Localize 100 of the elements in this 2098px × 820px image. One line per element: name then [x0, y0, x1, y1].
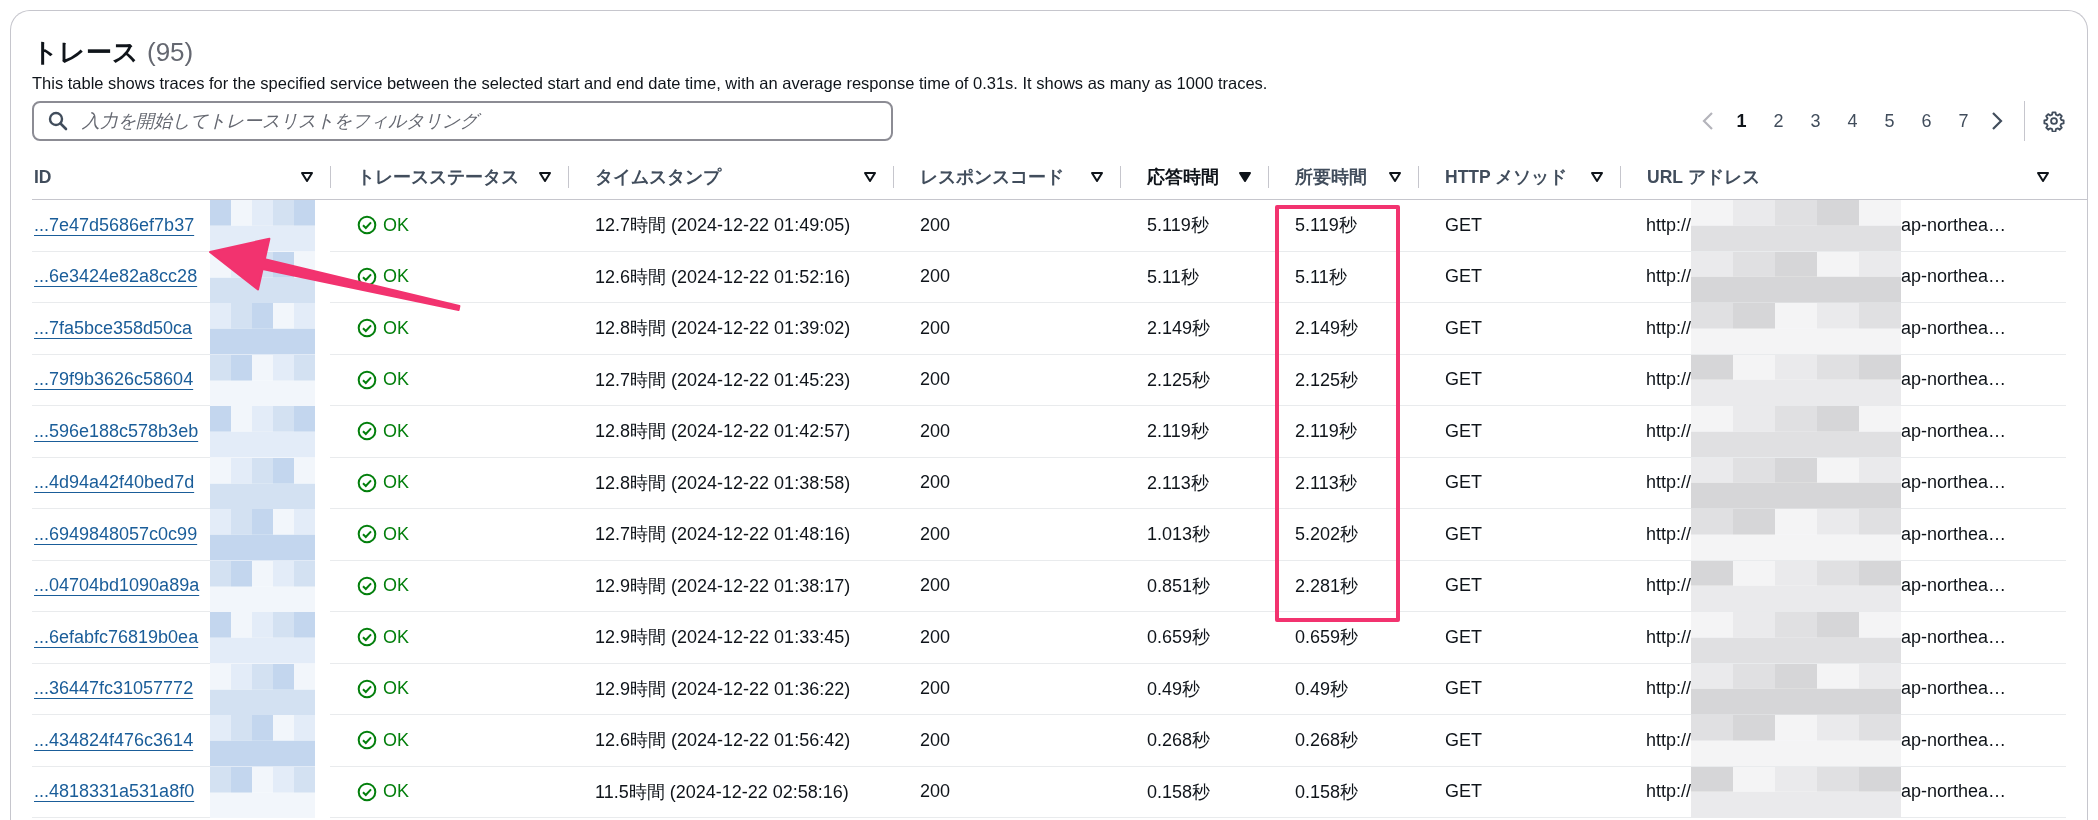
status-text: OK: [383, 317, 409, 339]
trace-id-link[interactable]: ...596e188c578b3eb: [34, 420, 199, 442]
timestamp: 12.8時間 (2024-12-22 01:42:57): [595, 420, 851, 444]
trace-id-link[interactable]: ...7fa5bce358d50ca: [34, 317, 193, 339]
page-button[interactable]: 7: [1945, 106, 1982, 136]
column-header[interactable]: URL アドレス: [1647, 165, 1760, 189]
url-end: ap-northea…: [1901, 678, 2007, 700]
column-header[interactable]: タイムスタンプ: [595, 165, 721, 189]
timestamp: 12.7時間 (2024-12-22 01:45:23): [595, 368, 851, 392]
check-circle-icon: [357, 627, 377, 648]
timestamp: 12.9時間 (2024-12-22 01:36:22): [595, 677, 851, 701]
status-text: OK: [383, 214, 409, 236]
url-start: http://: [1646, 214, 1692, 236]
timestamp: 12.6時間 (2024-12-22 01:52:16): [595, 265, 851, 289]
url-start: http://: [1646, 575, 1692, 597]
http-method: GET: [1445, 626, 1482, 648]
url-start: http://: [1646, 317, 1692, 339]
trace-id-link[interactable]: ...6e3424e82a8cc28: [34, 266, 198, 288]
page-button[interactable]: 2: [1760, 106, 1797, 136]
gear-icon: [2043, 110, 2065, 132]
sort-icon[interactable]: [300, 171, 314, 183]
trace-count: (95): [147, 36, 194, 69]
check-circle-icon: [357, 266, 377, 287]
response-code: 200: [920, 472, 951, 494]
trace-id-link[interactable]: ...79f9b3626c58604: [34, 369, 194, 391]
url-start: http://: [1646, 266, 1692, 288]
duration: 0.158秒: [1295, 780, 1359, 804]
url-end: ap-northea…: [1901, 729, 2007, 751]
http-method: GET: [1445, 781, 1482, 803]
timestamp: 12.7時間 (2024-12-22 01:48:16): [595, 523, 851, 547]
trace-id-link[interactable]: ...6efabfc76819b0ea: [34, 626, 199, 648]
search-field[interactable]: 入力を開始してトレースリストをフィルタリング: [32, 101, 893, 141]
trace-id-link[interactable]: ...04704bd1090a89a: [34, 575, 200, 597]
timestamp: 12.6時間 (2024-12-22 01:56:42): [595, 729, 851, 753]
column-header[interactable]: ID: [34, 166, 52, 188]
status-text: OK: [383, 472, 409, 494]
status-text: OK: [383, 781, 409, 803]
check-circle-icon: [357, 318, 377, 339]
column-header[interactable]: 応答時間: [1147, 165, 1219, 189]
http-method: GET: [1445, 575, 1482, 597]
response-code: 200: [920, 420, 951, 442]
check-circle-icon: [357, 421, 377, 442]
settings-button[interactable]: [2041, 108, 2067, 134]
column-header[interactable]: レスポンスコード: [920, 165, 1064, 189]
sort-icon[interactable]: [1388, 171, 1402, 183]
trace-id-link[interactable]: ...4818331a531a8f0: [34, 781, 195, 803]
sort-icon[interactable]: [2036, 171, 2050, 183]
column-header[interactable]: トレースステータス: [357, 165, 519, 189]
sort-icon[interactable]: [1590, 171, 1604, 183]
check-circle-icon: [357, 730, 377, 751]
trace-id-link[interactable]: ...7e47d5686ef7b37: [34, 214, 195, 236]
timestamp: 12.9時間 (2024-12-22 01:38:17): [595, 574, 851, 598]
timestamp: 12.7時間 (2024-12-22 01:49:05): [595, 214, 851, 238]
page-button[interactable]: 1: [1723, 106, 1760, 136]
url-end: ap-northea…: [1901, 214, 2007, 236]
sort-icon[interactable]: [538, 171, 552, 183]
check-circle-icon: [357, 524, 377, 545]
url-end: ap-northea…: [1901, 523, 2007, 545]
status-text: OK: [383, 729, 409, 751]
page-button[interactable]: 3: [1797, 106, 1834, 136]
timestamp: 12.8時間 (2024-12-22 01:38:58): [595, 471, 851, 495]
response-code: 200: [920, 266, 951, 288]
status-text: OK: [383, 678, 409, 700]
duration: 5.11秒: [1295, 265, 1347, 289]
trace-id-link[interactable]: ...434824f476c3614: [34, 729, 194, 751]
column-header[interactable]: HTTP メソッド: [1445, 165, 1568, 189]
http-method: GET: [1445, 678, 1482, 700]
trace-id-link[interactable]: ...36447fc31057772: [34, 678, 194, 700]
url-end: ap-northea…: [1901, 420, 2007, 442]
response-time: 2.149秒: [1147, 317, 1211, 341]
page-button[interactable]: 4: [1834, 106, 1871, 136]
url-start: http://: [1646, 369, 1692, 391]
sort-icon[interactable]: [1090, 171, 1104, 183]
status-text: OK: [383, 575, 409, 597]
trace-id-link[interactable]: ...4d94a42f40bed7d: [34, 472, 195, 494]
http-method: GET: [1445, 523, 1482, 545]
page-button[interactable]: 6: [1908, 106, 1945, 136]
sort-icon[interactable]: [863, 171, 877, 183]
check-circle-icon: [357, 575, 377, 596]
http-method: GET: [1445, 214, 1482, 236]
timestamp: 12.9時間 (2024-12-22 01:33:45): [595, 626, 851, 650]
response-time: 5.11秒: [1147, 265, 1199, 289]
response-time: 0.158秒: [1147, 780, 1211, 804]
response-code: 200: [920, 729, 951, 751]
url-start: http://: [1646, 729, 1692, 751]
http-method: GET: [1445, 369, 1482, 391]
response-code: 200: [920, 523, 951, 545]
page-button[interactable]: 5: [1871, 106, 1908, 136]
url-start: http://: [1646, 523, 1692, 545]
duration: 2.149秒: [1295, 317, 1359, 341]
duration: 2.281秒: [1295, 574, 1359, 598]
status-text: OK: [383, 369, 409, 391]
trace-id-link[interactable]: ...6949848057c0c99: [34, 523, 198, 545]
response-time: 2.119秒: [1147, 420, 1209, 444]
sorted-descending-icon[interactable]: [1238, 171, 1252, 183]
status-text: OK: [383, 626, 409, 648]
duration: 2.113秒: [1295, 471, 1357, 495]
column-header[interactable]: 所要時間: [1295, 165, 1367, 189]
response-time: 0.268秒: [1147, 729, 1211, 753]
url-start: http://: [1646, 781, 1692, 803]
